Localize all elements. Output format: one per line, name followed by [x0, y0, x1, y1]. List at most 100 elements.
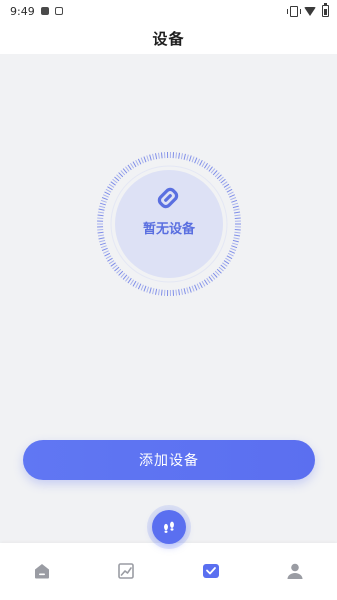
empty-device-label: 暂无设备 [142, 222, 195, 237]
ring-tick [97, 214, 104, 217]
ring-tick [216, 268, 222, 274]
ring-tick [116, 174, 122, 180]
ring-tick [100, 245, 107, 249]
ring-tick [191, 156, 195, 163]
nav-profile[interactable] [285, 561, 305, 581]
ring-tick [218, 266, 224, 272]
ring-tick [137, 158, 142, 165]
ring-tick [127, 164, 132, 171]
ring-tick [132, 280, 137, 287]
ring-tick [229, 250, 235, 254]
ring-tick [146, 155, 150, 162]
ring-tick [233, 208, 240, 211]
ring-tick [226, 255, 233, 260]
ring-tick [232, 205, 239, 209]
ring-tick [230, 247, 237, 251]
ring-tick [155, 288, 158, 295]
ring-tick [112, 264, 118, 270]
bottom-nav [0, 543, 337, 600]
chart-icon [118, 563, 134, 579]
ring-tick [210, 168, 216, 174]
ring-tick [97, 211, 105, 214]
ring-tick [220, 178, 226, 184]
nav-device[interactable] [201, 561, 221, 581]
notification-a-icon [54, 7, 63, 15]
battery-icon [322, 3, 329, 17]
ring-tick [103, 194, 109, 198]
status-time: 9:49 [10, 4, 35, 18]
footprints-icon [164, 521, 174, 533]
ring-tick [108, 260, 115, 265]
ring-tick [146, 286, 150, 293]
ring-tick [222, 181, 228, 186]
ring-tick [232, 239, 239, 243]
ring-tick [175, 289, 178, 296]
ring-tick [99, 239, 106, 243]
ring-tick [188, 155, 192, 162]
ring-tick [143, 156, 147, 163]
ring-tick [114, 266, 120, 272]
ring-tick [191, 285, 195, 292]
nav-home[interactable] [32, 561, 52, 581]
status-indicators [287, 3, 329, 17]
ring-tick [104, 191, 111, 196]
ring-tick [118, 172, 124, 178]
ring-tick [186, 154, 189, 161]
ring-tick [98, 208, 105, 211]
ring-tick [203, 279, 209, 286]
ring-tick [160, 289, 163, 296]
ring-tick [206, 164, 211, 171]
ring-tick [225, 257, 231, 262]
ring-tick [99, 205, 106, 209]
ring-tick [157, 152, 160, 159]
ring-tick [107, 186, 113, 191]
ring-tick [180, 288, 183, 295]
ring-tick [210, 274, 216, 280]
add-device-button[interactable]: 添加设备 [23, 440, 315, 480]
ring-tick [227, 252, 234, 257]
ring-tick [208, 166, 213, 172]
ring-tick [120, 170, 126, 176]
ring-tick [227, 191, 234, 196]
ring-tick [137, 283, 142, 290]
ring-tick [114, 176, 120, 182]
ring-tick [127, 277, 132, 284]
ring-tick [98, 237, 105, 240]
ring-tick [110, 262, 116, 267]
ring-tick [157, 289, 160, 296]
ring-tick [129, 279, 135, 286]
ring-tick [143, 285, 147, 292]
ring-tick [132, 161, 137, 168]
ring-tick [208, 276, 213, 282]
ring-tick [214, 270, 220, 276]
ring-tick [152, 288, 155, 295]
ring-tick [160, 152, 163, 159]
nav-stats[interactable] [116, 561, 136, 581]
steps-fab-button[interactable] [152, 510, 186, 544]
ring-tick [180, 153, 183, 160]
ring-tick [116, 268, 122, 274]
header: 设备 [0, 22, 337, 54]
ring-tick [129, 162, 135, 169]
ring-tick [231, 199, 238, 203]
ring-tick [112, 178, 118, 184]
ring-tick [122, 274, 128, 280]
ring-tick [175, 152, 178, 159]
ring-tick [203, 162, 209, 169]
ring-tick [206, 277, 211, 284]
ring-tick [214, 172, 220, 178]
ring-tick [100, 199, 107, 203]
ring-tick [125, 166, 130, 172]
ring-tick [135, 282, 139, 289]
ring-tick [183, 153, 186, 160]
ring-tick [233, 237, 240, 240]
ring-tick [216, 174, 222, 180]
wifi-icon [304, 6, 316, 16]
ring-tick [155, 153, 158, 160]
ring-tick [196, 158, 201, 165]
ring-tick [232, 202, 239, 206]
ring-tick [232, 242, 239, 246]
empty-device-illustration: 暂无设备 [95, 150, 243, 298]
ring-tick [118, 270, 124, 276]
ring-tick [233, 211, 241, 214]
